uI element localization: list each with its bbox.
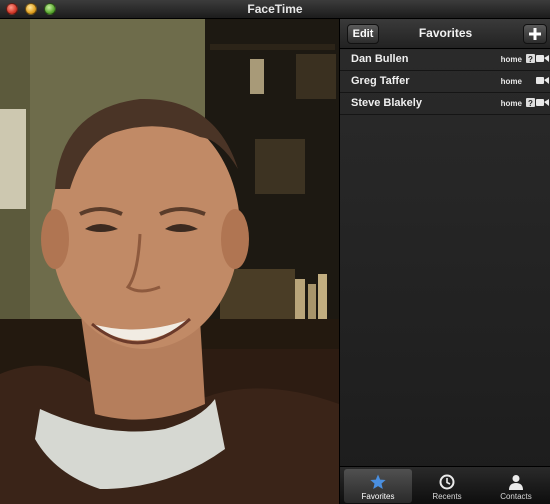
video-camera-icon[interactable] [536,54,549,63]
contact-label: home [500,55,522,64]
tab-favorites[interactable]: Favorites [344,469,412,503]
edit-button[interactable]: Edit [347,24,379,44]
favorite-row[interactable]: Greg Taffer home [340,71,550,93]
svg-text:?: ? [528,99,533,107]
favorite-row[interactable]: Steve Blakely home ? [340,93,550,115]
panel-title: Favorites [418,26,473,40]
info-badge-icon[interactable]: ? [526,54,535,63]
star-icon [370,474,386,489]
add-favorite-button[interactable] [523,24,547,44]
video-camera-icon[interactable] [536,76,549,85]
info-badge-icon[interactable]: ? [526,98,535,107]
tab-label: Recents [432,492,462,501]
facetime-window: FaceTime Edit Favorites Dan Bullen home … [0,0,550,504]
favorites-list: Dan Bullen home ? Greg Taffer home Steve… [340,49,550,115]
tab-label: Favorites [361,492,395,501]
favorite-row[interactable]: Dan Bullen home ? [340,49,550,71]
camera-feed-image [0,19,339,504]
panel-header: Edit Favorites [340,19,550,49]
contact-label: home [500,99,522,108]
svg-text:?: ? [528,55,533,63]
video-camera-icon[interactable] [536,98,549,107]
tab-label: Contacts [500,492,532,501]
clock-icon [439,474,455,490]
contact-label: home [500,77,522,86]
plus-icon [529,28,541,40]
tab-bar: Favorites Recents Contacts [340,466,550,504]
favorites-panel: Edit Favorites Dan Bullen home ? Greg Ta… [339,19,550,504]
contact-name: Greg Taffer [351,75,410,87]
person-icon [509,475,523,490]
video-preview [0,19,339,504]
contact-name: Steve Blakely [351,97,422,109]
tab-contacts[interactable]: Contacts [482,469,550,503]
window-title: FaceTime [247,2,303,16]
contact-name: Dan Bullen [351,53,409,65]
title-bar: FaceTime [0,0,550,19]
tab-recents[interactable]: Recents [413,469,481,503]
